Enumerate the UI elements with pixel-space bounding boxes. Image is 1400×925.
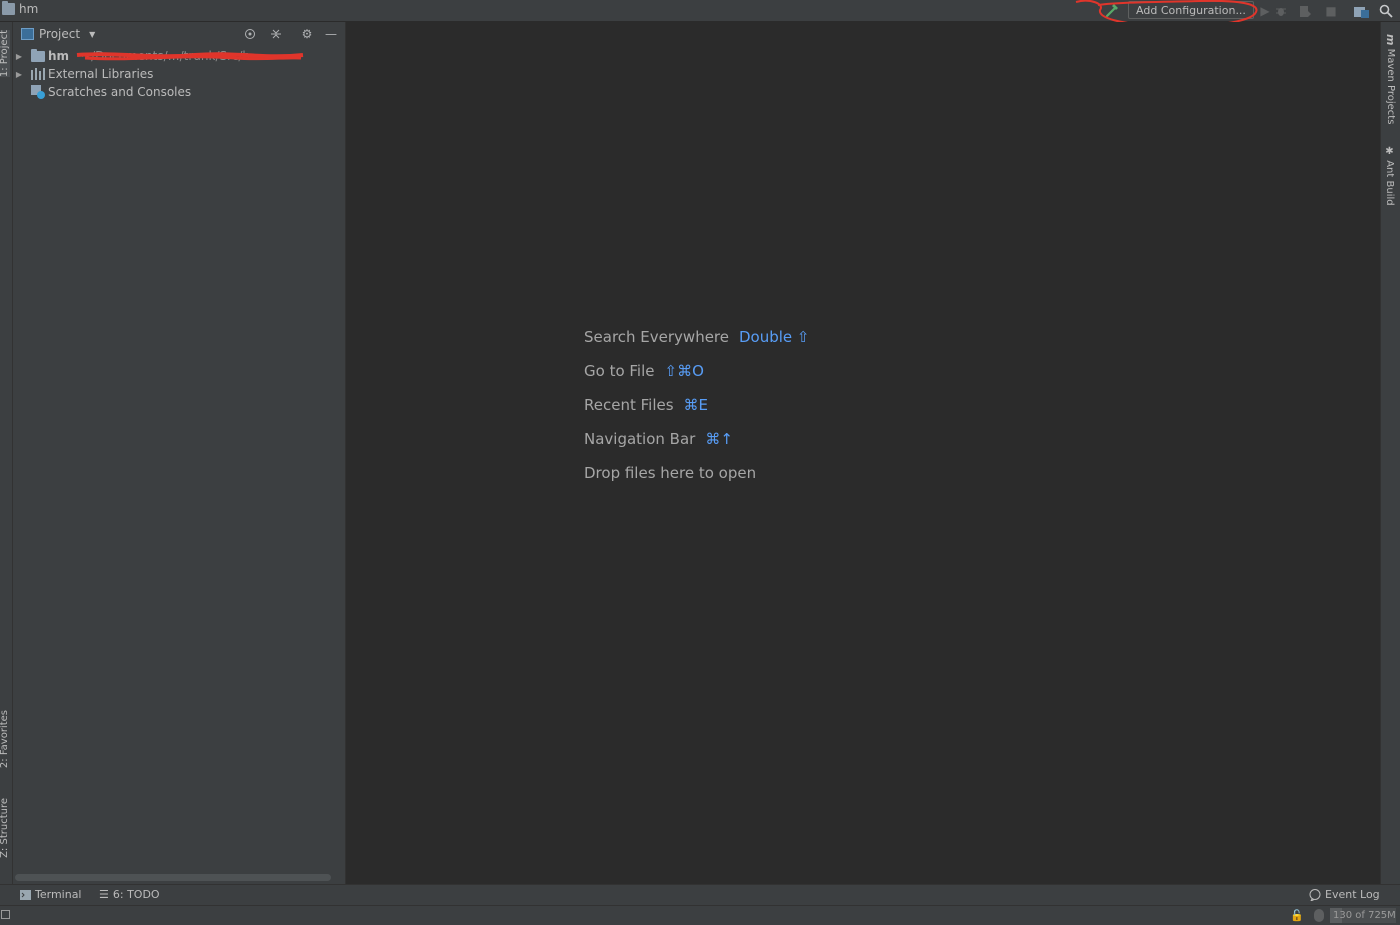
horizontal-scrollbar[interactable] [15,874,331,881]
ant-icon: ✱ [1384,146,1395,157]
hint-label: Drop files here to open [584,464,757,482]
run-icon[interactable]: ▶ [1257,3,1273,19]
structure-tool-tab-label: Z: Structure [0,798,10,858]
breadcrumb-label: hm [19,2,39,16]
project-folder-icon [2,1,15,15]
dropdown-arrow-icon: ▼ [89,29,96,39]
hint-shortcut: ⌘↑ [705,430,733,448]
favorites-tool-tab-label: 2: Favorites [0,710,10,769]
hint-label: Search Everywhere [584,328,729,346]
stop-icon[interactable]: ■ [1323,3,1339,19]
status-bar: 🔓 130 of 725M [0,905,1400,925]
project-panel-header: Project ▼ ⚙ — [13,22,345,46]
expand-arrow-icon[interactable]: ▶ [13,52,25,61]
hint-shortcut: ⌘E [683,396,709,414]
settings-gear-icon[interactable]: ⚙ [299,26,315,42]
hint-shortcut: Double ⇧ [739,328,810,346]
project-tool-window: Project ▼ ⚙ — ▶ hm ~/Documents/…/trunk/S… [13,22,346,884]
bottom-tool-window-bar: Terminal ☰ 6: TODO Event Log [0,884,1400,905]
inspector-icon[interactable] [1314,909,1324,922]
hint-search-everywhere: Search Everywhere Double ⇧ [584,328,810,346]
locate-file-icon[interactable] [242,26,258,42]
add-configuration-button[interactable]: Add Configuration... [1128,1,1254,19]
terminal-label: Terminal [35,888,82,901]
todo-label: 6: TODO [112,888,160,901]
todo-tab[interactable]: ☰ 6: TODO [99,888,160,901]
navigation-bar: hm Add Configuration... ▶ ■ [0,0,1400,22]
event-log-tab[interactable]: Event Log [1309,888,1380,901]
maven-icon: m [1384,34,1397,46]
tool-windows-toggle-icon[interactable] [1,910,10,919]
hint-label: Go to File [584,362,655,380]
library-icon [31,68,45,80]
memory-label: 130 of 725M [1333,910,1396,921]
breadcrumb[interactable]: hm [2,1,39,16]
debug-icon[interactable] [1273,3,1289,19]
favorites-tool-tab[interactable]: 2: Favorites [0,710,10,768]
project-tool-tab-label: 1: Project [0,30,10,78]
project-view-selector[interactable]: Project ▼ [21,27,95,41]
project-tool-tab[interactable]: 1: Project [0,30,10,78]
hint-navigation-bar: Navigation Bar ⌘↑ [584,430,733,448]
event-log-label: Event Log [1325,888,1380,901]
terminal-tab[interactable]: Terminal [20,888,82,901]
event-log-bubble-icon [1309,888,1321,901]
tree-item-external-libraries[interactable]: ▶ External Libraries [13,65,154,83]
search-everywhere-icon[interactable] [1378,3,1394,19]
collapse-all-icon[interactable] [268,26,284,42]
hint-recent-files: Recent Files ⌘E [584,396,708,414]
tree-item-scratches[interactable]: Scratches and Consoles [13,83,191,101]
lock-icon[interactable]: 🔓 [1290,909,1304,922]
terminal-icon [20,889,31,900]
hint-label: Recent Files [584,396,674,414]
hint-shortcut: ⇧⌘O [664,362,704,380]
build-hammer-icon[interactable] [1104,3,1120,19]
run-with-coverage-icon[interactable] [1297,3,1313,19]
project-view-icon [21,28,34,40]
left-tool-window-strip: 1: Project 2: Favorites Z: Structure [0,22,13,884]
tree-item-label: hm [48,49,70,63]
hint-label: Navigation Bar [584,430,696,448]
tree-item-label: External Libraries [48,67,154,81]
structure-tool-tab[interactable]: Z: Structure [0,798,10,858]
maven-projects-label: Maven Projects [1385,48,1396,125]
memory-indicator[interactable]: 130 of 725M [1330,908,1396,923]
hint-go-to-file: Go to File ⇧⌘O [584,362,704,380]
expand-arrow-icon[interactable]: ▶ [13,70,25,79]
maven-projects-tab[interactable]: m Maven Projects [1384,34,1397,124]
red-scribble-redaction [76,52,304,61]
hint-drop-files: Drop files here to open [584,464,756,482]
todo-list-icon: ☰ [99,888,109,901]
module-folder-icon [31,48,45,62]
project-structure-icon[interactable] [1353,3,1369,19]
scratches-icon [31,85,45,99]
editor-empty-area[interactable]: Search Everywhere Double ⇧ Go to File ⇧⌘O … [346,22,1379,884]
ant-build-label: Ant Build [1384,160,1395,206]
project-panel-title: Project [39,27,81,41]
tree-item-label: Scratches and Consoles [48,85,192,99]
hide-panel-icon[interactable]: — [323,26,339,42]
ant-build-tab[interactable]: ✱ Ant Build [1384,146,1395,206]
right-tool-window-strip: m Maven Projects ✱ Ant Build [1380,22,1400,884]
